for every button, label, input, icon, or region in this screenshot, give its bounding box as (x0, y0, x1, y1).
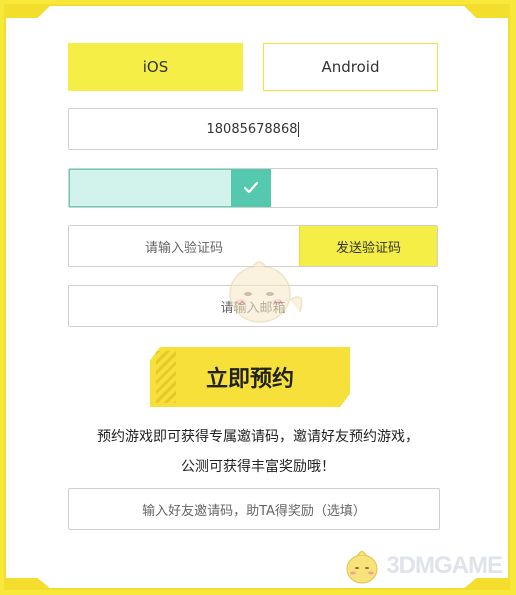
send-code-button[interactable]: 发送验证码 (299, 226, 437, 266)
promo-text-line1: 预约游戏即可获得专属邀请码，邀请好友预约游戏， (97, 429, 419, 445)
site-watermark: 3DMGAME (340, 543, 503, 589)
phone-input[interactable]: 18085678868 (68, 108, 438, 150)
invite-code-input[interactable]: 输入好友邀请码，助TA得奖励（选填） (68, 488, 440, 530)
phone-value: 18085678868 (206, 121, 298, 137)
promo-text-line2: 公测可获得丰富奖励哦！ (181, 459, 335, 475)
watermark-text: 3DMGAME (386, 552, 503, 579)
tab-android[interactable]: Android (263, 43, 438, 91)
reserve-now-button[interactable]: 立即预约 (150, 347, 350, 407)
verification-code-input[interactable]: 请输入验证码 (69, 226, 299, 266)
tab-ios[interactable]: iOS (68, 43, 243, 91)
slider-handle[interactable] (231, 169, 271, 207)
mascot-icon (346, 551, 378, 584)
check-icon (244, 182, 258, 194)
text-caret (298, 121, 300, 137)
reserve-now-label: 立即预约 (205, 367, 294, 392)
verification-code-row: 请输入验证码 发送验证码 (68, 225, 438, 267)
email-input[interactable]: 请输入邮箱 (68, 285, 438, 327)
slider-captcha[interactable] (68, 168, 438, 208)
